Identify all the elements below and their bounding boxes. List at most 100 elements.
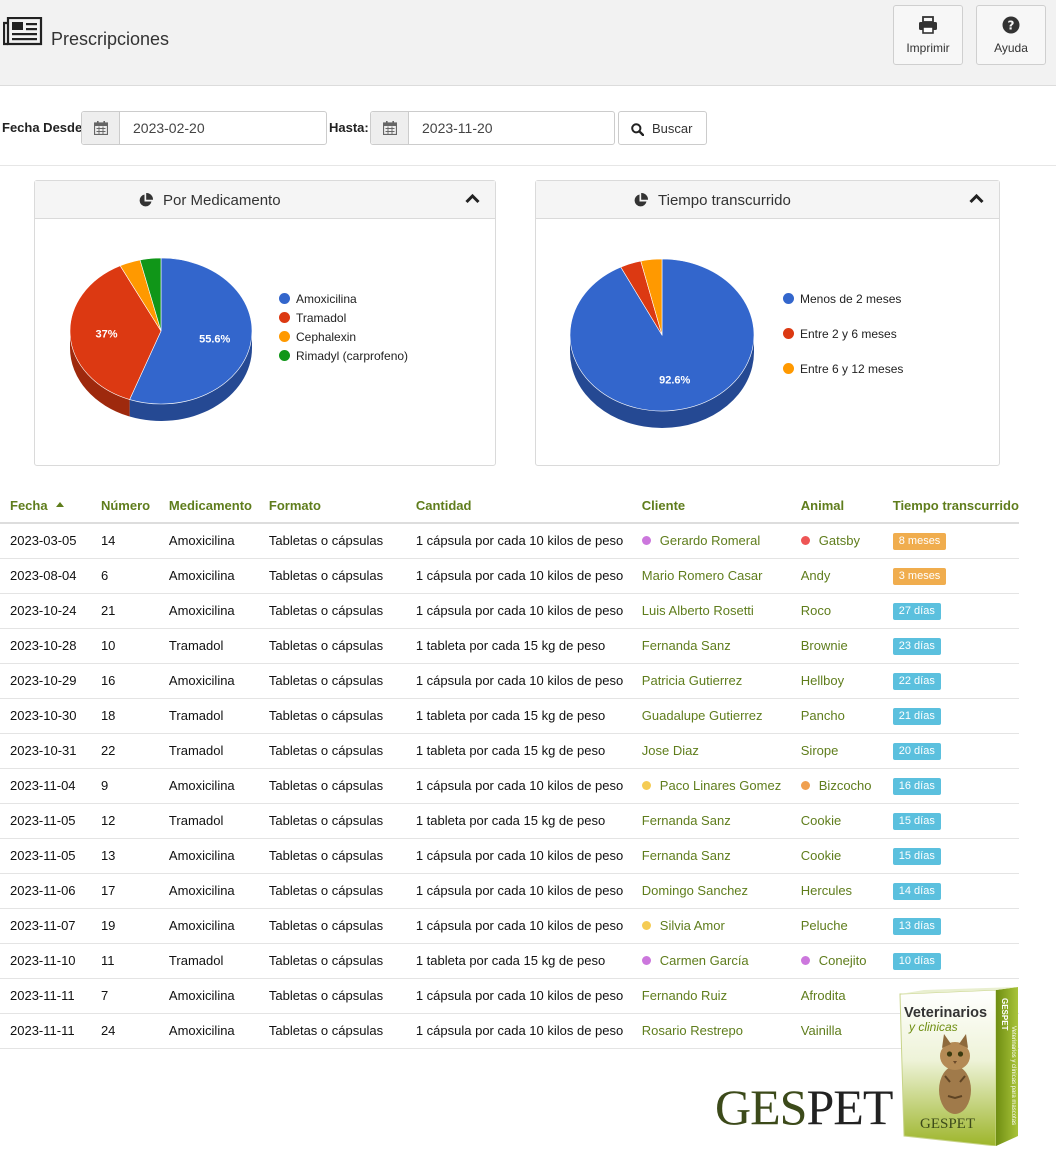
chevron-up-icon[interactable] <box>969 193 984 204</box>
cell-animal-link[interactable]: Sirope <box>801 743 839 758</box>
search-button[interactable]: Buscar <box>618 111 707 145</box>
cell-cliente-link[interactable]: Guadalupe Gutierrez <box>642 708 763 723</box>
cell-cliente[interactable]: Fernanda Sanz <box>631 838 791 874</box>
cell-cliente[interactable]: Mario Romero Casar <box>631 558 791 594</box>
cell-animal[interactable]: Brownie <box>790 628 883 664</box>
table-row[interactable]: 2023-11-05 12 Tramadol Tabletas o cápsulas 1… <box>0 803 1019 839</box>
cell-cliente[interactable]: Rosario Restrepo <box>631 1013 791 1049</box>
cell-animal[interactable]: Pancho <box>790 698 883 734</box>
cell-animal-link[interactable]: Roco <box>801 603 831 618</box>
cell-cliente[interactable]: Guadalupe Gutierrez <box>631 698 791 734</box>
cell-cliente-link[interactable]: Jose Diaz <box>642 743 699 758</box>
cell-cliente[interactable]: Gerardo Romeral <box>631 523 791 559</box>
table-row[interactable]: 2023-11-05 13 Amoxicilina Tabletas o cápsul… <box>0 838 1019 874</box>
cell-animal[interactable]: Afrodita <box>790 978 883 1014</box>
cell-animal[interactable]: Cookie <box>790 838 883 874</box>
table-row[interactable]: 2023-11-06 17 Amoxicilina Tabletas o cápsul… <box>0 873 1019 909</box>
cell-cliente[interactable]: Carmen García <box>631 943 791 979</box>
cell-animal-link[interactable]: Andy <box>801 568 831 583</box>
legend-item[interactable]: Cephalexin <box>279 330 356 344</box>
legend-label: Amoxicilina <box>296 292 357 306</box>
cell-animal-link[interactable]: Brownie <box>801 638 848 653</box>
legend-item[interactable]: Menos de 2 meses <box>783 292 901 306</box>
cell-animal[interactable]: Peluche <box>790 908 883 944</box>
table-row[interactable]: 2023-10-24 21 Amoxicilina Tabletas o cápsul… <box>0 593 1019 629</box>
column-header-cantidad[interactable]: Cantidad <box>405 488 632 524</box>
cell-animal[interactable]: Hercules <box>790 873 883 909</box>
cell-animal[interactable]: Sirope <box>790 733 883 769</box>
legend-item[interactable]: Entre 2 y 6 meses <box>783 327 897 341</box>
cell-animal-link[interactable]: Vainilla <box>801 1023 842 1038</box>
cell-animal[interactable]: Bizcocho <box>790 768 883 804</box>
table-row[interactable]: 2023-11-07 19 Amoxicilina Tabletas o cápsul… <box>0 908 1019 944</box>
cell-cliente[interactable]: Fernando Ruiz <box>631 978 791 1014</box>
cell-cliente[interactable]: Silvia Amor <box>631 908 791 944</box>
cell-animal[interactable]: Conejito <box>790 943 883 979</box>
cell-animal-link[interactable]: Pancho <box>801 708 845 723</box>
cell-cliente-link[interactable]: Luis Alberto Rosetti <box>642 603 754 618</box>
column-header-formato[interactable]: Formato <box>258 488 406 524</box>
cell-cliente-link[interactable]: Fernanda Sanz <box>642 638 731 653</box>
chevron-up-icon[interactable] <box>465 193 480 204</box>
column-header-medicamento[interactable]: Medicamento <box>158 488 259 524</box>
cell-cliente-link[interactable]: Fernanda Sanz <box>642 813 731 828</box>
cell-animal[interactable]: Gatsby <box>790 523 883 559</box>
cell-cliente[interactable]: Domingo Sanchez <box>631 873 791 909</box>
column-header-numero[interactable]: Número <box>90 488 159 524</box>
cell-cliente[interactable]: Paco Linares Gomez <box>631 768 791 804</box>
cell-cliente-link[interactable]: Gerardo Romeral <box>660 533 760 548</box>
table-row[interactable]: 2023-11-10 11 Tramadol Tabletas o cápsulas 1… <box>0 943 1019 979</box>
calendar-addon[interactable] <box>371 112 409 144</box>
cell-animal-link[interactable]: Cookie <box>801 813 841 828</box>
cell-cliente[interactable]: Fernanda Sanz <box>631 803 791 839</box>
table-row[interactable]: 2023-11-04 9 Amoxicilina Tabletas o cápsula… <box>0 768 1019 804</box>
column-header-tiempo[interactable]: Tiempo transcurrido <box>882 488 1019 524</box>
table-row[interactable]: 2023-10-30 18 Tramadol Tabletas o cápsulas 1… <box>0 698 1019 734</box>
cell-animal[interactable]: Andy <box>790 558 883 594</box>
cell-animal[interactable]: Roco <box>790 593 883 629</box>
calendar-addon[interactable] <box>82 112 120 144</box>
column-header-cliente[interactable]: Cliente <box>631 488 791 524</box>
table-row[interactable]: 2023-10-28 10 Tramadol Tabletas o cápsulas 1… <box>0 628 1019 664</box>
table-row[interactable]: 2023-10-31 22 Tramadol Tabletas o cápsulas 1… <box>0 733 1019 769</box>
table-row[interactable]: 2023-03-05 14 Amoxicilina Tabletas o cápsul… <box>0 523 1019 559</box>
table-row[interactable]: 2023-11-11 24 Amoxicilina Tabletas o cápsul… <box>0 1013 1019 1049</box>
cell-cliente[interactable]: Jose Diaz <box>631 733 791 769</box>
cell-animal-link[interactable]: Afrodita <box>801 988 846 1003</box>
cell-cliente-link[interactable]: Fernando Ruiz <box>642 988 727 1003</box>
cell-cliente-link[interactable]: Carmen García <box>660 953 749 968</box>
cell-animal-link[interactable]: Peluche <box>801 918 848 933</box>
help-button[interactable]: ? Ayuda <box>976 5 1046 65</box>
to-date-input[interactable] <box>410 112 614 144</box>
column-header-fecha[interactable]: Fecha <box>0 488 91 524</box>
cell-animal-link[interactable]: Hercules <box>801 883 852 898</box>
legend-item[interactable]: Tramadol <box>279 311 346 325</box>
column-header-animal[interactable]: Animal <box>790 488 883 524</box>
cell-cliente[interactable]: Patricia Gutierrez <box>631 663 791 699</box>
cell-cliente[interactable]: Luis Alberto Rosetti <box>631 593 791 629</box>
print-button[interactable]: Imprimir <box>893 5 963 65</box>
legend-item[interactable]: Amoxicilina <box>279 292 357 306</box>
cell-animal-link[interactable]: Gatsby <box>819 533 860 548</box>
cell-animal[interactable]: Vainilla <box>790 1013 883 1049</box>
cell-animal-link[interactable]: Conejito <box>819 953 867 968</box>
legend-item[interactable]: Rimadyl (carprofeno) <box>279 349 408 363</box>
cell-cliente-link[interactable]: Mario Romero Casar <box>642 568 763 583</box>
cell-animal-link[interactable]: Hellboy <box>801 673 844 688</box>
legend-item[interactable]: Entre 6 y 12 meses <box>783 362 903 376</box>
cell-animal-link[interactable]: Bizcocho <box>819 778 872 793</box>
cell-cliente-link[interactable]: Rosario Restrepo <box>642 1023 743 1038</box>
cell-animal[interactable]: Hellboy <box>790 663 883 699</box>
from-date-input[interactable] <box>121 112 326 144</box>
table-row[interactable]: 2023-10-29 16 Amoxicilina Tabletas o cápsul… <box>0 663 1019 699</box>
cell-cliente-link[interactable]: Patricia Gutierrez <box>642 673 742 688</box>
cell-cliente-link[interactable]: Domingo Sanchez <box>642 883 748 898</box>
cell-cliente-link[interactable]: Fernanda Sanz <box>642 848 731 863</box>
cell-animal-link[interactable]: Cookie <box>801 848 841 863</box>
cell-cliente-link[interactable]: Paco Linares Gomez <box>660 778 781 793</box>
table-row[interactable]: 2023-11-11 7 Amoxicilina Tabletas o cápsula… <box>0 978 1019 1014</box>
table-row[interactable]: 2023-08-04 6 Amoxicilina Tabletas o cápsula… <box>0 558 1019 594</box>
cell-cliente-link[interactable]: Silvia Amor <box>660 918 725 933</box>
cell-animal[interactable]: Cookie <box>790 803 883 839</box>
cell-cliente[interactable]: Fernanda Sanz <box>631 628 791 664</box>
